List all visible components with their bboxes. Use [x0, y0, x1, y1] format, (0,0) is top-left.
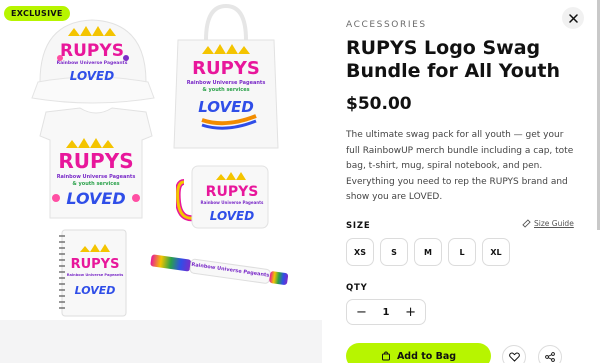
quantity-stepper: − 1 +: [346, 299, 426, 325]
notebook-logo-tagline: Rainbow Universe Pageants: [67, 273, 124, 277]
product-description: The ultimate swag pack for all youth — g…: [346, 130, 574, 202]
product-category: ACCESSORIES: [346, 20, 427, 30]
tshirt-logo-tagline-2: & youth services: [72, 181, 119, 187]
size-options: XS S M L XL: [346, 238, 510, 266]
size-option-xl[interactable]: XL: [482, 238, 510, 266]
notebook-logo-brand: RUPYS: [71, 257, 120, 272]
wishlist-button[interactable]: [502, 345, 526, 363]
tshirt-logo-tagline: Rainbow Universe Pageants: [57, 174, 136, 180]
product-image-panel: RUPYS Rainbow Universe Pageants LOVED RU…: [0, 0, 322, 363]
cap-logo-brand: RUPYS: [60, 41, 124, 61]
tshirt-image: RUPYS Rainbow Universe Pageants & youth …: [39, 107, 153, 219]
cap-logo-tagline: Rainbow Universe Pageants: [57, 60, 128, 66]
tote-logo-tagline-2: & youth services: [202, 87, 249, 93]
close-icon: [568, 13, 578, 23]
tshirt-logo-loved: LOVED: [66, 189, 125, 208]
size-option-l[interactable]: L: [448, 238, 476, 266]
mug-logo-brand: RUPYS: [206, 184, 259, 200]
tote-logo-tagline: Rainbow Universe Pageants: [187, 80, 266, 86]
pen-image: Rainbow Universe Pageants: [150, 254, 289, 285]
close-button[interactable]: [562, 7, 584, 29]
add-to-bag-button[interactable]: Add to Bag: [346, 343, 491, 363]
size-option-s[interactable]: S: [380, 238, 408, 266]
exclusive-badge: EXCLUSIVE: [4, 6, 70, 21]
cap-logo-loved: LOVED: [70, 69, 114, 83]
notebook-image: RUPYS Rainbow Universe Pageants LOVED: [59, 229, 127, 317]
size-guide-link[interactable]: Size Guide: [522, 219, 574, 228]
tote-bag-image: RUPYS Rainbow Universe Pageants & youth …: [173, 3, 279, 149]
heart-icon: [508, 352, 520, 362]
size-option-xs[interactable]: XS: [346, 238, 374, 266]
share-button[interactable]: [538, 345, 562, 363]
bag-icon: [381, 351, 390, 361]
quantity-decrease-button[interactable]: −: [356, 305, 367, 320]
mug-logo-tagline: Rainbow Universe Pageants: [201, 200, 265, 205]
tshirt-logo-brand: RUPYS: [58, 149, 133, 173]
quantity-increase-button[interactable]: +: [405, 305, 416, 320]
product-title: RUPYS Logo Swag Bundle for All Youth: [346, 37, 561, 82]
tote-logo-brand: RUPYS: [192, 58, 260, 79]
mug-logo-loved: LOVED: [210, 209, 254, 223]
size-label: SIZE: [346, 221, 371, 231]
product-detail-panel: ACCESSORIES RUPYS Logo Swag Bundle for A…: [322, 0, 600, 363]
quantity-value[interactable]: 1: [383, 307, 390, 318]
tote-logo-loved: LOVED: [198, 98, 254, 116]
quantity-label: QTY: [346, 283, 368, 293]
mug-image: RUPYS Rainbow Universe Pageants LOVED: [176, 165, 269, 229]
add-to-bag-label: Add to Bag: [396, 350, 457, 362]
ruler-icon: [522, 219, 531, 228]
product-price: $50.00: [346, 94, 412, 114]
notebook-logo-loved: LOVED: [75, 284, 116, 297]
size-option-m[interactable]: M: [414, 238, 442, 266]
share-icon: [545, 352, 555, 362]
cap-image: RUPYS Rainbow Universe Pageants LOVED: [31, 19, 155, 104]
size-guide-label: Size Guide: [534, 219, 574, 228]
